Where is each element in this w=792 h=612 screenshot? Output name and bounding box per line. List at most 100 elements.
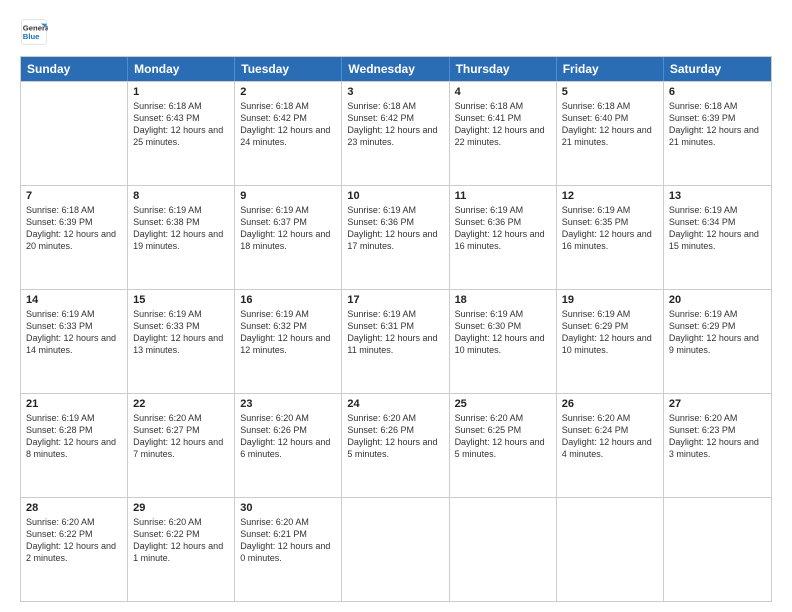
day-info: Sunrise: 6:20 AMSunset: 6:22 PMDaylight:… <box>133 516 229 565</box>
day-number: 24 <box>347 398 443 410</box>
col-header-tuesday: Tuesday <box>235 57 342 81</box>
col-header-friday: Friday <box>557 57 664 81</box>
day-number: 23 <box>240 398 336 410</box>
day-number: 11 <box>455 190 551 202</box>
day-info: Sunrise: 6:20 AMSunset: 6:24 PMDaylight:… <box>562 412 658 461</box>
cal-cell-1-7: 6 Sunrise: 6:18 AMSunset: 6:39 PMDayligh… <box>664 82 771 185</box>
cal-cell-1-4: 3 Sunrise: 6:18 AMSunset: 6:42 PMDayligh… <box>342 82 449 185</box>
day-number: 4 <box>455 86 551 98</box>
cal-cell-3-1: 14 Sunrise: 6:19 AMSunset: 6:33 PMDaylig… <box>21 290 128 393</box>
logo: General Blue <box>20 18 52 46</box>
week-row-1: 1 Sunrise: 6:18 AMSunset: 6:43 PMDayligh… <box>21 81 771 185</box>
col-header-wednesday: Wednesday <box>342 57 449 81</box>
day-info: Sunrise: 6:20 AMSunset: 6:22 PMDaylight:… <box>26 516 122 565</box>
cal-cell-4-6: 26 Sunrise: 6:20 AMSunset: 6:24 PMDaylig… <box>557 394 664 497</box>
day-number: 17 <box>347 294 443 306</box>
cal-cell-4-4: 24 Sunrise: 6:20 AMSunset: 6:26 PMDaylig… <box>342 394 449 497</box>
day-number: 30 <box>240 502 336 514</box>
day-info: Sunrise: 6:19 AMSunset: 6:36 PMDaylight:… <box>455 204 551 253</box>
logo-icon: General Blue <box>20 18 48 46</box>
cal-cell-5-4 <box>342 498 449 601</box>
cal-cell-2-6: 12 Sunrise: 6:19 AMSunset: 6:35 PMDaylig… <box>557 186 664 289</box>
day-info: Sunrise: 6:18 AMSunset: 6:41 PMDaylight:… <box>455 100 551 149</box>
day-number: 25 <box>455 398 551 410</box>
cal-cell-4-3: 23 Sunrise: 6:20 AMSunset: 6:26 PMDaylig… <box>235 394 342 497</box>
day-info: Sunrise: 6:19 AMSunset: 6:37 PMDaylight:… <box>240 204 336 253</box>
cal-cell-4-1: 21 Sunrise: 6:19 AMSunset: 6:28 PMDaylig… <box>21 394 128 497</box>
page: General Blue SundayMondayTuesdayWednesda… <box>0 0 792 612</box>
day-info: Sunrise: 6:19 AMSunset: 6:35 PMDaylight:… <box>562 204 658 253</box>
day-info: Sunrise: 6:20 AMSunset: 6:26 PMDaylight:… <box>347 412 443 461</box>
day-info: Sunrise: 6:19 AMSunset: 6:32 PMDaylight:… <box>240 308 336 357</box>
day-info: Sunrise: 6:18 AMSunset: 6:39 PMDaylight:… <box>669 100 766 149</box>
cal-cell-2-1: 7 Sunrise: 6:18 AMSunset: 6:39 PMDayligh… <box>21 186 128 289</box>
week-row-4: 21 Sunrise: 6:19 AMSunset: 6:28 PMDaylig… <box>21 393 771 497</box>
day-number: 3 <box>347 86 443 98</box>
day-number: 29 <box>133 502 229 514</box>
header: General Blue <box>20 18 772 46</box>
day-info: Sunrise: 6:20 AMSunset: 6:26 PMDaylight:… <box>240 412 336 461</box>
day-info: Sunrise: 6:18 AMSunset: 6:40 PMDaylight:… <box>562 100 658 149</box>
col-header-saturday: Saturday <box>664 57 771 81</box>
cal-cell-2-2: 8 Sunrise: 6:19 AMSunset: 6:38 PMDayligh… <box>128 186 235 289</box>
day-number: 6 <box>669 86 766 98</box>
day-number: 1 <box>133 86 229 98</box>
cal-cell-5-2: 29 Sunrise: 6:20 AMSunset: 6:22 PMDaylig… <box>128 498 235 601</box>
svg-text:Blue: Blue <box>23 32 40 41</box>
day-number: 2 <box>240 86 336 98</box>
week-row-5: 28 Sunrise: 6:20 AMSunset: 6:22 PMDaylig… <box>21 497 771 601</box>
cal-cell-2-4: 10 Sunrise: 6:19 AMSunset: 6:36 PMDaylig… <box>342 186 449 289</box>
day-number: 14 <box>26 294 122 306</box>
cal-cell-4-2: 22 Sunrise: 6:20 AMSunset: 6:27 PMDaylig… <box>128 394 235 497</box>
day-number: 12 <box>562 190 658 202</box>
cal-cell-3-7: 20 Sunrise: 6:19 AMSunset: 6:29 PMDaylig… <box>664 290 771 393</box>
day-number: 13 <box>669 190 766 202</box>
cal-cell-4-7: 27 Sunrise: 6:20 AMSunset: 6:23 PMDaylig… <box>664 394 771 497</box>
cal-cell-4-5: 25 Sunrise: 6:20 AMSunset: 6:25 PMDaylig… <box>450 394 557 497</box>
day-info: Sunrise: 6:19 AMSunset: 6:29 PMDaylight:… <box>562 308 658 357</box>
day-info: Sunrise: 6:19 AMSunset: 6:33 PMDaylight:… <box>133 308 229 357</box>
day-number: 28 <box>26 502 122 514</box>
day-info: Sunrise: 6:19 AMSunset: 6:28 PMDaylight:… <box>26 412 122 461</box>
day-info: Sunrise: 6:19 AMSunset: 6:36 PMDaylight:… <box>347 204 443 253</box>
cal-cell-3-3: 16 Sunrise: 6:19 AMSunset: 6:32 PMDaylig… <box>235 290 342 393</box>
cal-cell-1-5: 4 Sunrise: 6:18 AMSunset: 6:41 PMDayligh… <box>450 82 557 185</box>
day-number: 27 <box>669 398 766 410</box>
day-number: 22 <box>133 398 229 410</box>
day-number: 10 <box>347 190 443 202</box>
col-header-sunday: Sunday <box>21 57 128 81</box>
day-info: Sunrise: 6:19 AMSunset: 6:29 PMDaylight:… <box>669 308 766 357</box>
day-number: 20 <box>669 294 766 306</box>
day-info: Sunrise: 6:19 AMSunset: 6:31 PMDaylight:… <box>347 308 443 357</box>
cal-cell-1-3: 2 Sunrise: 6:18 AMSunset: 6:42 PMDayligh… <box>235 82 342 185</box>
day-number: 5 <box>562 86 658 98</box>
day-number: 15 <box>133 294 229 306</box>
day-number: 16 <box>240 294 336 306</box>
day-number: 18 <box>455 294 551 306</box>
cal-cell-3-2: 15 Sunrise: 6:19 AMSunset: 6:33 PMDaylig… <box>128 290 235 393</box>
day-info: Sunrise: 6:18 AMSunset: 6:42 PMDaylight:… <box>240 100 336 149</box>
cal-cell-2-3: 9 Sunrise: 6:19 AMSunset: 6:37 PMDayligh… <box>235 186 342 289</box>
day-info: Sunrise: 6:20 AMSunset: 6:25 PMDaylight:… <box>455 412 551 461</box>
day-info: Sunrise: 6:18 AMSunset: 6:43 PMDaylight:… <box>133 100 229 149</box>
day-number: 7 <box>26 190 122 202</box>
day-number: 9 <box>240 190 336 202</box>
cal-cell-2-5: 11 Sunrise: 6:19 AMSunset: 6:36 PMDaylig… <box>450 186 557 289</box>
calendar-header: SundayMondayTuesdayWednesdayThursdayFrid… <box>21 57 771 81</box>
day-info: Sunrise: 6:18 AMSunset: 6:39 PMDaylight:… <box>26 204 122 253</box>
cal-cell-2-7: 13 Sunrise: 6:19 AMSunset: 6:34 PMDaylig… <box>664 186 771 289</box>
cal-cell-5-3: 30 Sunrise: 6:20 AMSunset: 6:21 PMDaylig… <box>235 498 342 601</box>
day-info: Sunrise: 6:18 AMSunset: 6:42 PMDaylight:… <box>347 100 443 149</box>
day-info: Sunrise: 6:19 AMSunset: 6:34 PMDaylight:… <box>669 204 766 253</box>
cal-cell-5-6 <box>557 498 664 601</box>
cal-cell-5-1: 28 Sunrise: 6:20 AMSunset: 6:22 PMDaylig… <box>21 498 128 601</box>
cal-cell-1-1 <box>21 82 128 185</box>
cal-cell-3-6: 19 Sunrise: 6:19 AMSunset: 6:29 PMDaylig… <box>557 290 664 393</box>
day-number: 21 <box>26 398 122 410</box>
col-header-monday: Monday <box>128 57 235 81</box>
calendar: SundayMondayTuesdayWednesdayThursdayFrid… <box>20 56 772 602</box>
calendar-body: 1 Sunrise: 6:18 AMSunset: 6:43 PMDayligh… <box>21 81 771 601</box>
day-number: 26 <box>562 398 658 410</box>
cal-cell-3-4: 17 Sunrise: 6:19 AMSunset: 6:31 PMDaylig… <box>342 290 449 393</box>
day-number: 8 <box>133 190 229 202</box>
